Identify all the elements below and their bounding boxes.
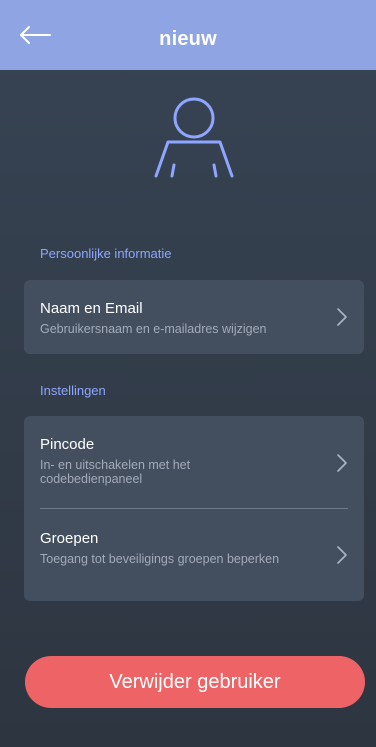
card-personal: Naam en Email Gebruikersnaam en e-mailad… [24,280,364,354]
row-title: Naam en Email [40,300,143,317]
row-subtitle: In- en uitschakelen met het codebedienpa… [40,458,191,486]
list-item-name-email[interactable]: Naam en Email Gebruikersnaam en e-mailad… [24,280,364,354]
chevron-right-icon [337,454,347,472]
list-item-groups[interactable]: Groepen Toegang tot beveiligings groepen… [24,509,364,601]
user-icon [154,97,234,178]
chevron-right-icon [337,546,347,564]
chevron-right-icon [337,308,347,326]
row-title: Pincode [40,436,95,453]
card-settings: Pincode In- en uitschakelen met het code… [24,416,364,601]
delete-user-button[interactable]: Verwijder gebruiker [25,656,365,708]
row-subtitle: Gebruikersnaam en e-mailadres wijzigen [40,322,267,336]
row-title: Groepen [40,530,99,547]
list-item-pincode[interactable]: Pincode In- en uitschakelen met het code… [24,416,364,508]
section-title-settings: Instellingen [40,383,106,398]
row-subtitle: Toegang tot beveiligings groepen beperke… [40,552,280,566]
page-title: nieuw [159,28,217,50]
section-title-personal: Persoonlijke informatie [40,246,172,261]
top-bar: nieuw [0,0,376,70]
